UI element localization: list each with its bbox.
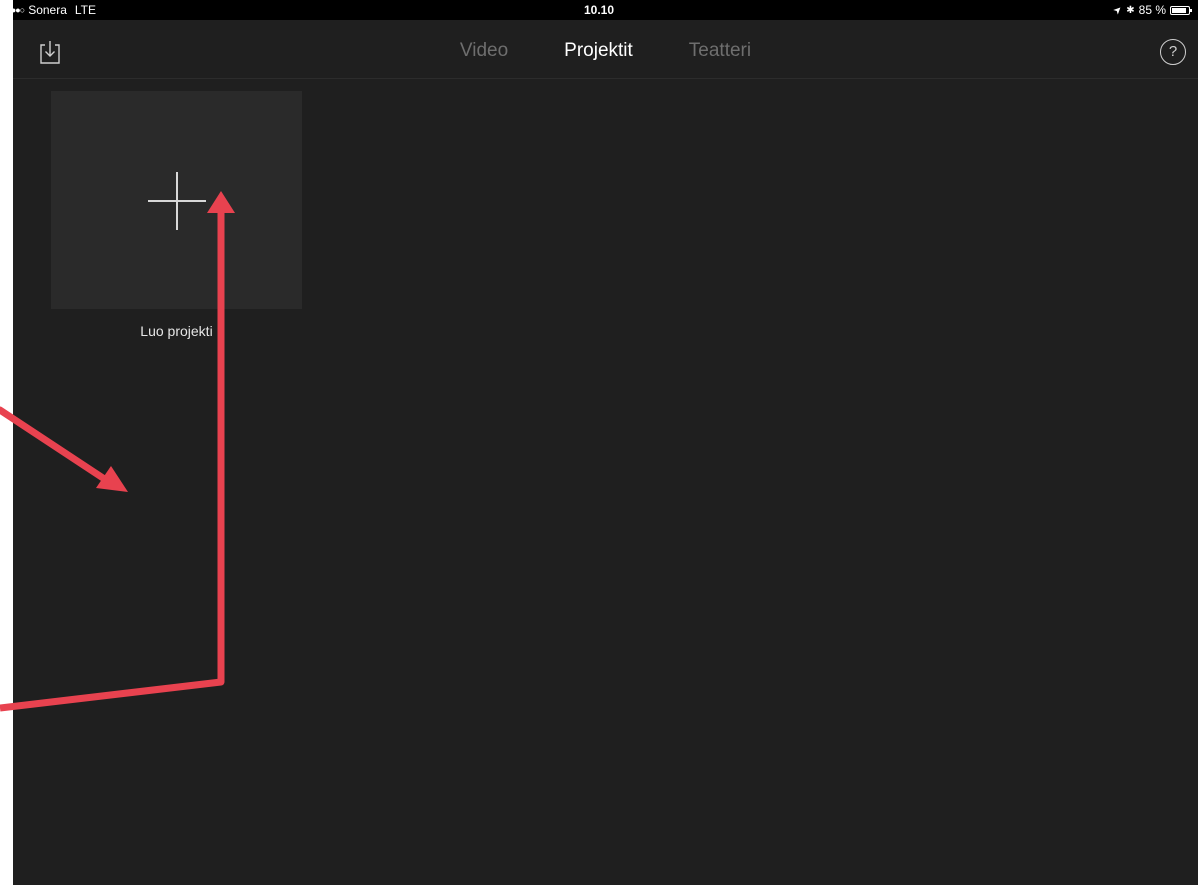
tab-theater[interactable]: Teatteri [689, 40, 751, 62]
help-icon: ? [1168, 43, 1178, 60]
screen: ●●●●○ Sonera LTE 10.10 ➤ ✱ 85 % Video Pr… [0, 0, 1198, 885]
tab-video[interactable]: Video [460, 40, 508, 62]
battery-level [1172, 7, 1186, 13]
battery-icon [1170, 5, 1192, 15]
status-right: ➤ ✱ 85 % [1111, 3, 1192, 17]
new-project-label[interactable]: Luo projekti [51, 323, 302, 339]
screen-edge [0, 0, 13, 885]
new-project-tile[interactable] [51, 91, 302, 309]
nav-bar: Video Projektit Teatteri ? [13, 20, 1198, 79]
tab-projects[interactable]: Projektit [564, 40, 633, 62]
battery-percent: 85 % [1138, 3, 1166, 17]
location-icon: ➤ [1111, 3, 1125, 17]
imovie-app: ●●●●○ Sonera LTE 10.10 ➤ ✱ 85 % Video Pr… [0, 0, 1198, 885]
status-bar: ●●●●○ Sonera LTE 10.10 ➤ ✱ 85 % [0, 0, 1198, 20]
plus-icon [148, 172, 206, 230]
view-tabs: Video Projektit Teatteri [13, 40, 1198, 62]
help-button[interactable]: ? [1160, 39, 1186, 65]
status-time: 10.10 [583, 3, 615, 17]
bluetooth-icon: ✱ [1126, 4, 1135, 16]
projects-content: Luo projekti [13, 79, 1198, 885]
